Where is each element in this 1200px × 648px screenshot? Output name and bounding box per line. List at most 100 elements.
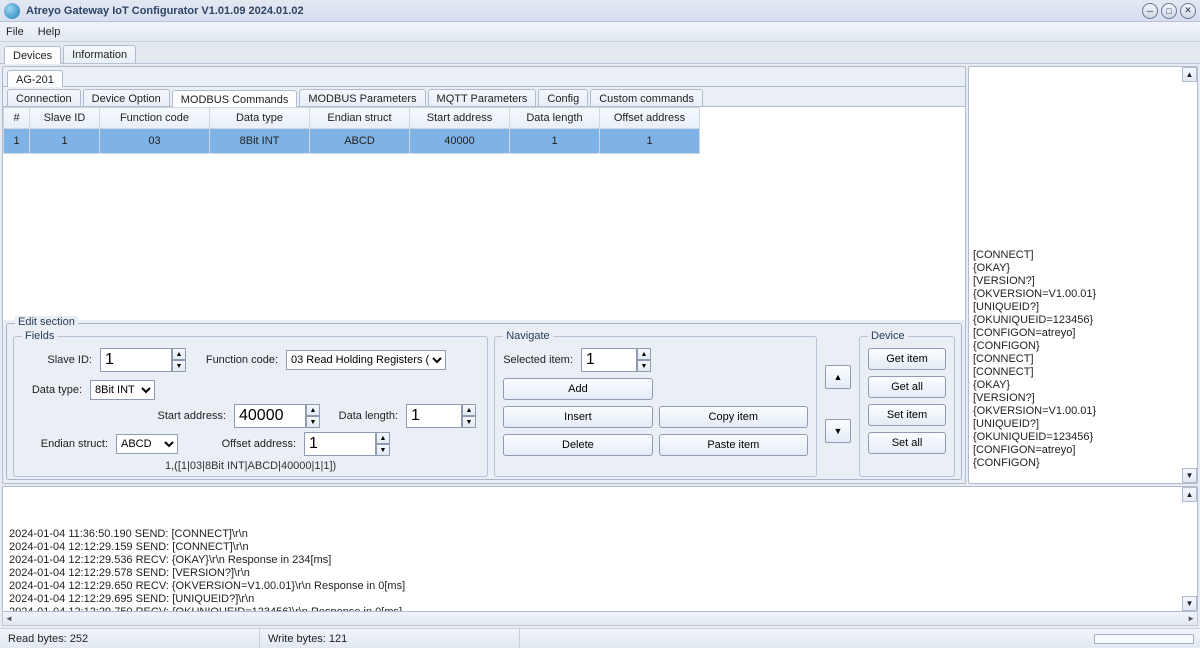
console-log[interactable]: ▲ 2024-01-04 11:36:50.190 SEND: [CONNECT… bbox=[2, 486, 1198, 612]
paste-item-button[interactable]: Paste item bbox=[659, 434, 808, 456]
log-line: {OKVERSION=V1.00.01} bbox=[973, 288, 1193, 301]
tab-custom-commands[interactable]: Custom commands bbox=[590, 89, 703, 106]
tab-modbus-commands[interactable]: MODBUS Commands bbox=[172, 90, 298, 107]
th-slave-id[interactable]: Slave ID bbox=[30, 108, 100, 129]
input-data-length[interactable] bbox=[406, 404, 462, 428]
commands-table[interactable]: # Slave ID Function code Data type Endia… bbox=[3, 107, 965, 320]
label-function-code: Function code: bbox=[194, 354, 278, 366]
select-function-code[interactable]: 03 Read Holding Registers (4x) bbox=[286, 350, 446, 370]
set-item-button[interactable]: Set item bbox=[868, 404, 946, 426]
status-progress bbox=[1094, 634, 1194, 644]
log-line: [UNIQUEID?] bbox=[973, 301, 1193, 314]
console-hscroll[interactable]: ◄► bbox=[2, 612, 1198, 626]
log-line: {OKAY} bbox=[973, 262, 1193, 275]
nav-down-button[interactable]: ▼ bbox=[825, 419, 851, 443]
label-slave-id: Slave ID: bbox=[22, 354, 92, 366]
log-line: [UNIQUEID?] bbox=[973, 418, 1193, 431]
fields-raw: 1,([1|03|8Bit INT|ABCD|40000|1|1]) bbox=[22, 460, 479, 472]
label-data-type: Data type: bbox=[22, 384, 82, 396]
app-icon bbox=[4, 3, 20, 19]
th-endian[interactable]: Endian struct bbox=[310, 108, 410, 129]
dlen-down[interactable]: ▼ bbox=[462, 416, 476, 428]
tab-modbus-parameters[interactable]: MODBUS Parameters bbox=[299, 89, 425, 106]
log-line: [CONNECT] bbox=[973, 249, 1193, 262]
label-selected-item: Selected item: bbox=[503, 354, 573, 366]
window-title: Atreyo Gateway IoT Configurator V1.01.09… bbox=[26, 5, 304, 17]
slave-id-down[interactable]: ▼ bbox=[172, 360, 186, 372]
log-line: [CONNECT] bbox=[973, 353, 1193, 366]
console-scroll-down-icon[interactable]: ▼ bbox=[1182, 596, 1197, 611]
tab-config[interactable]: Config bbox=[538, 89, 588, 106]
insert-button[interactable]: Insert bbox=[503, 406, 652, 428]
fields-group: Fields Slave ID: ▲▼ Function code: 03 Re… bbox=[13, 330, 488, 477]
edit-legend: Edit section bbox=[15, 316, 78, 328]
tab-device-option[interactable]: Device Option bbox=[83, 89, 170, 106]
get-all-button[interactable]: Get all bbox=[868, 376, 946, 398]
th-index[interactable]: # bbox=[4, 108, 30, 129]
sel-down[interactable]: ▼ bbox=[637, 360, 651, 372]
log-line: {OKVERSION=V1.00.01} bbox=[973, 405, 1193, 418]
input-start-address[interactable] bbox=[234, 404, 306, 428]
th-data-type[interactable]: Data type bbox=[210, 108, 310, 129]
minimize-button[interactable]: ─ bbox=[1142, 3, 1158, 19]
dlen-up[interactable]: ▲ bbox=[462, 404, 476, 416]
device-group: Device Get item Get all Set item Set all bbox=[859, 330, 955, 477]
th-offset-address[interactable]: Offset address bbox=[600, 108, 700, 129]
input-slave-id[interactable] bbox=[100, 348, 172, 372]
maximize-button[interactable]: □ bbox=[1161, 3, 1177, 19]
status-read-bytes: Read bytes: 252 bbox=[0, 629, 260, 648]
label-offset-address: Offset address: bbox=[186, 438, 296, 450]
navigate-group: Navigate Selected item: ▲▼ Add Insert Co… bbox=[494, 330, 817, 477]
close-button[interactable]: ✕ bbox=[1180, 3, 1196, 19]
status-write-bytes: Write bytes: 121 bbox=[260, 629, 520, 648]
nav-up-button[interactable]: ▲ bbox=[825, 365, 851, 389]
sel-up[interactable]: ▲ bbox=[637, 348, 651, 360]
add-button[interactable]: Add bbox=[503, 378, 652, 400]
menu-help[interactable]: Help bbox=[38, 26, 61, 38]
th-start-address[interactable]: Start address bbox=[410, 108, 510, 129]
log-line: [VERSION?] bbox=[973, 392, 1193, 405]
scroll-down-icon[interactable]: ▼ bbox=[1182, 468, 1197, 483]
input-selected-item[interactable] bbox=[581, 348, 637, 372]
console-scroll-up-icon[interactable]: ▲ bbox=[1182, 487, 1197, 502]
slave-id-up[interactable]: ▲ bbox=[172, 348, 186, 360]
titlebar[interactable]: Atreyo Gateway IoT Configurator V1.01.09… bbox=[0, 0, 1200, 22]
device-tab-ag201[interactable]: AG-201 bbox=[7, 70, 63, 87]
scroll-up-icon[interactable]: ▲ bbox=[1182, 67, 1197, 82]
log-line: {CONFIGON} bbox=[973, 457, 1193, 470]
menu-file[interactable]: File bbox=[6, 26, 24, 38]
inner-tabs: Connection Device Option MODBUS Commands… bbox=[3, 87, 965, 107]
oaddr-down[interactable]: ▼ bbox=[376, 444, 390, 456]
log-line: [CONNECT] bbox=[973, 366, 1193, 379]
menubar: File Help bbox=[0, 22, 1200, 42]
log-line: {OKAY} bbox=[973, 379, 1193, 392]
th-function-code[interactable]: Function code bbox=[100, 108, 210, 129]
select-endian[interactable]: ABCD bbox=[116, 434, 178, 454]
tab-connection[interactable]: Connection bbox=[7, 89, 81, 106]
main-tabs: Devices Information bbox=[0, 42, 1200, 64]
th-data-length[interactable]: Data length bbox=[510, 108, 600, 129]
get-item-button[interactable]: Get item bbox=[868, 348, 946, 370]
delete-button[interactable]: Delete bbox=[503, 434, 652, 456]
log-line: {OKUNIQUEID=123456} bbox=[973, 431, 1193, 444]
tab-mqtt-parameters[interactable]: MQTT Parameters bbox=[428, 89, 537, 106]
select-data-type[interactable]: 8Bit INT bbox=[90, 380, 155, 400]
set-all-button[interactable]: Set all bbox=[868, 432, 946, 454]
label-data-length: Data length: bbox=[328, 410, 398, 422]
log-line: {CONFIGON} bbox=[973, 340, 1193, 353]
log-line: [CONFIGON=atreyo] bbox=[973, 444, 1193, 457]
saddr-down[interactable]: ▼ bbox=[306, 416, 320, 428]
log-line: {OKUNIQUEID=123456} bbox=[973, 314, 1193, 327]
protocol-log[interactable]: ▲ [CONNECT]{OKAY}[VERSION?]{OKVERSION=V1… bbox=[968, 66, 1198, 484]
table-row[interactable]: 1 1 03 8Bit INT ABCD 40000 1 1 bbox=[4, 129, 965, 154]
input-offset-address[interactable] bbox=[304, 432, 376, 456]
oaddr-up[interactable]: ▲ bbox=[376, 432, 390, 444]
log-line: [CONFIGON=atreyo] bbox=[973, 327, 1193, 340]
tab-devices[interactable]: Devices bbox=[4, 46, 61, 64]
label-endian: Endian struct: bbox=[22, 438, 108, 450]
saddr-up[interactable]: ▲ bbox=[306, 404, 320, 416]
copy-item-button[interactable]: Copy item bbox=[659, 406, 808, 428]
tab-information[interactable]: Information bbox=[63, 45, 136, 63]
log-line: [VERSION?] bbox=[973, 275, 1193, 288]
nav-arrows: ▲ ▼ bbox=[823, 330, 853, 477]
